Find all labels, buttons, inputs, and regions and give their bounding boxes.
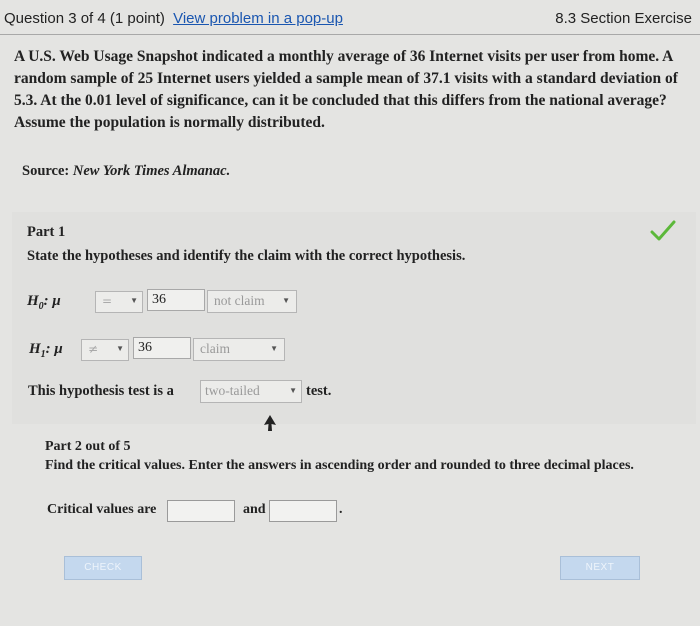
h0-operator-value: =: [102, 294, 113, 308]
problem-statement: A U.S. Web Usage Snapshot indicated a mo…: [14, 48, 678, 131]
source-line: Source: New York Times Almanac.: [22, 163, 230, 180]
chevron-down-icon: ▼: [289, 386, 297, 395]
checkmark-icon: [650, 220, 676, 241]
tail-suffix: test.: [306, 383, 332, 399]
h0-operator-select[interactable]: = ▼: [95, 291, 143, 313]
h1-symbol: H1: μ: [29, 341, 63, 360]
h0-value-input[interactable]: 36: [147, 289, 205, 311]
critical-value-1-input[interactable]: [167, 500, 235, 522]
critical-value-2-input[interactable]: [269, 500, 337, 522]
chevron-down-icon: ▼: [270, 344, 278, 353]
part2-title: Part 2 out of 5: [45, 439, 131, 454]
question-number: Question 3 of 4 (1 point): [4, 10, 165, 27]
part2-section: Part 2 out of 5 Find the critical values…: [45, 437, 685, 475]
period-label: .: [339, 502, 343, 517]
tail-select[interactable]: two-tailed ▼: [200, 380, 302, 403]
tail-prefix: This hypothesis test is a: [28, 383, 174, 399]
cursor-icon: [264, 415, 276, 431]
chevron-down-icon: ▼: [282, 296, 290, 305]
question-label: Question 3 of 4 (1 point) View problem i…: [4, 10, 343, 27]
part1-instruction: State the hypotheses and identify the cl…: [27, 248, 466, 264]
check-button[interactable]: CHECK: [64, 556, 142, 580]
source-label: Source:: [22, 163, 70, 179]
chevron-down-icon: ▼: [116, 344, 124, 353]
h0-claim-value: not claim: [214, 293, 265, 308]
h1-claim-select[interactable]: claim ▼: [193, 338, 285, 361]
h0-symbol: H0: μ: [27, 293, 61, 312]
h1-operator-value: ≠: [88, 342, 99, 356]
h1-claim-value: claim: [200, 341, 230, 356]
chevron-down-icon: ▼: [130, 296, 138, 305]
tail-value: two-tailed: [205, 383, 260, 398]
next-button[interactable]: NEXT: [560, 556, 640, 580]
critical-label: Critical values are: [47, 502, 157, 517]
question-header: Question 3 of 4 (1 point) View problem i…: [0, 0, 700, 36]
header-divider: [0, 34, 700, 35]
h0-claim-select[interactable]: not claim ▼: [207, 290, 297, 313]
h1-operator-select[interactable]: ≠ ▼: [81, 339, 129, 361]
source-name: New York Times Almanac.: [72, 163, 231, 179]
popup-link[interactable]: View problem in a pop-up: [173, 10, 343, 27]
part2-instruction: Find the critical values. Enter the answ…: [45, 458, 634, 473]
critical-values-row: Critical values are and .: [47, 500, 447, 524]
section-title: 8.3 Section Exercise: [555, 10, 692, 27]
part1-title: Part 1: [27, 224, 66, 240]
h1-value-input[interactable]: 36: [133, 337, 191, 359]
and-label: and: [243, 502, 266, 517]
